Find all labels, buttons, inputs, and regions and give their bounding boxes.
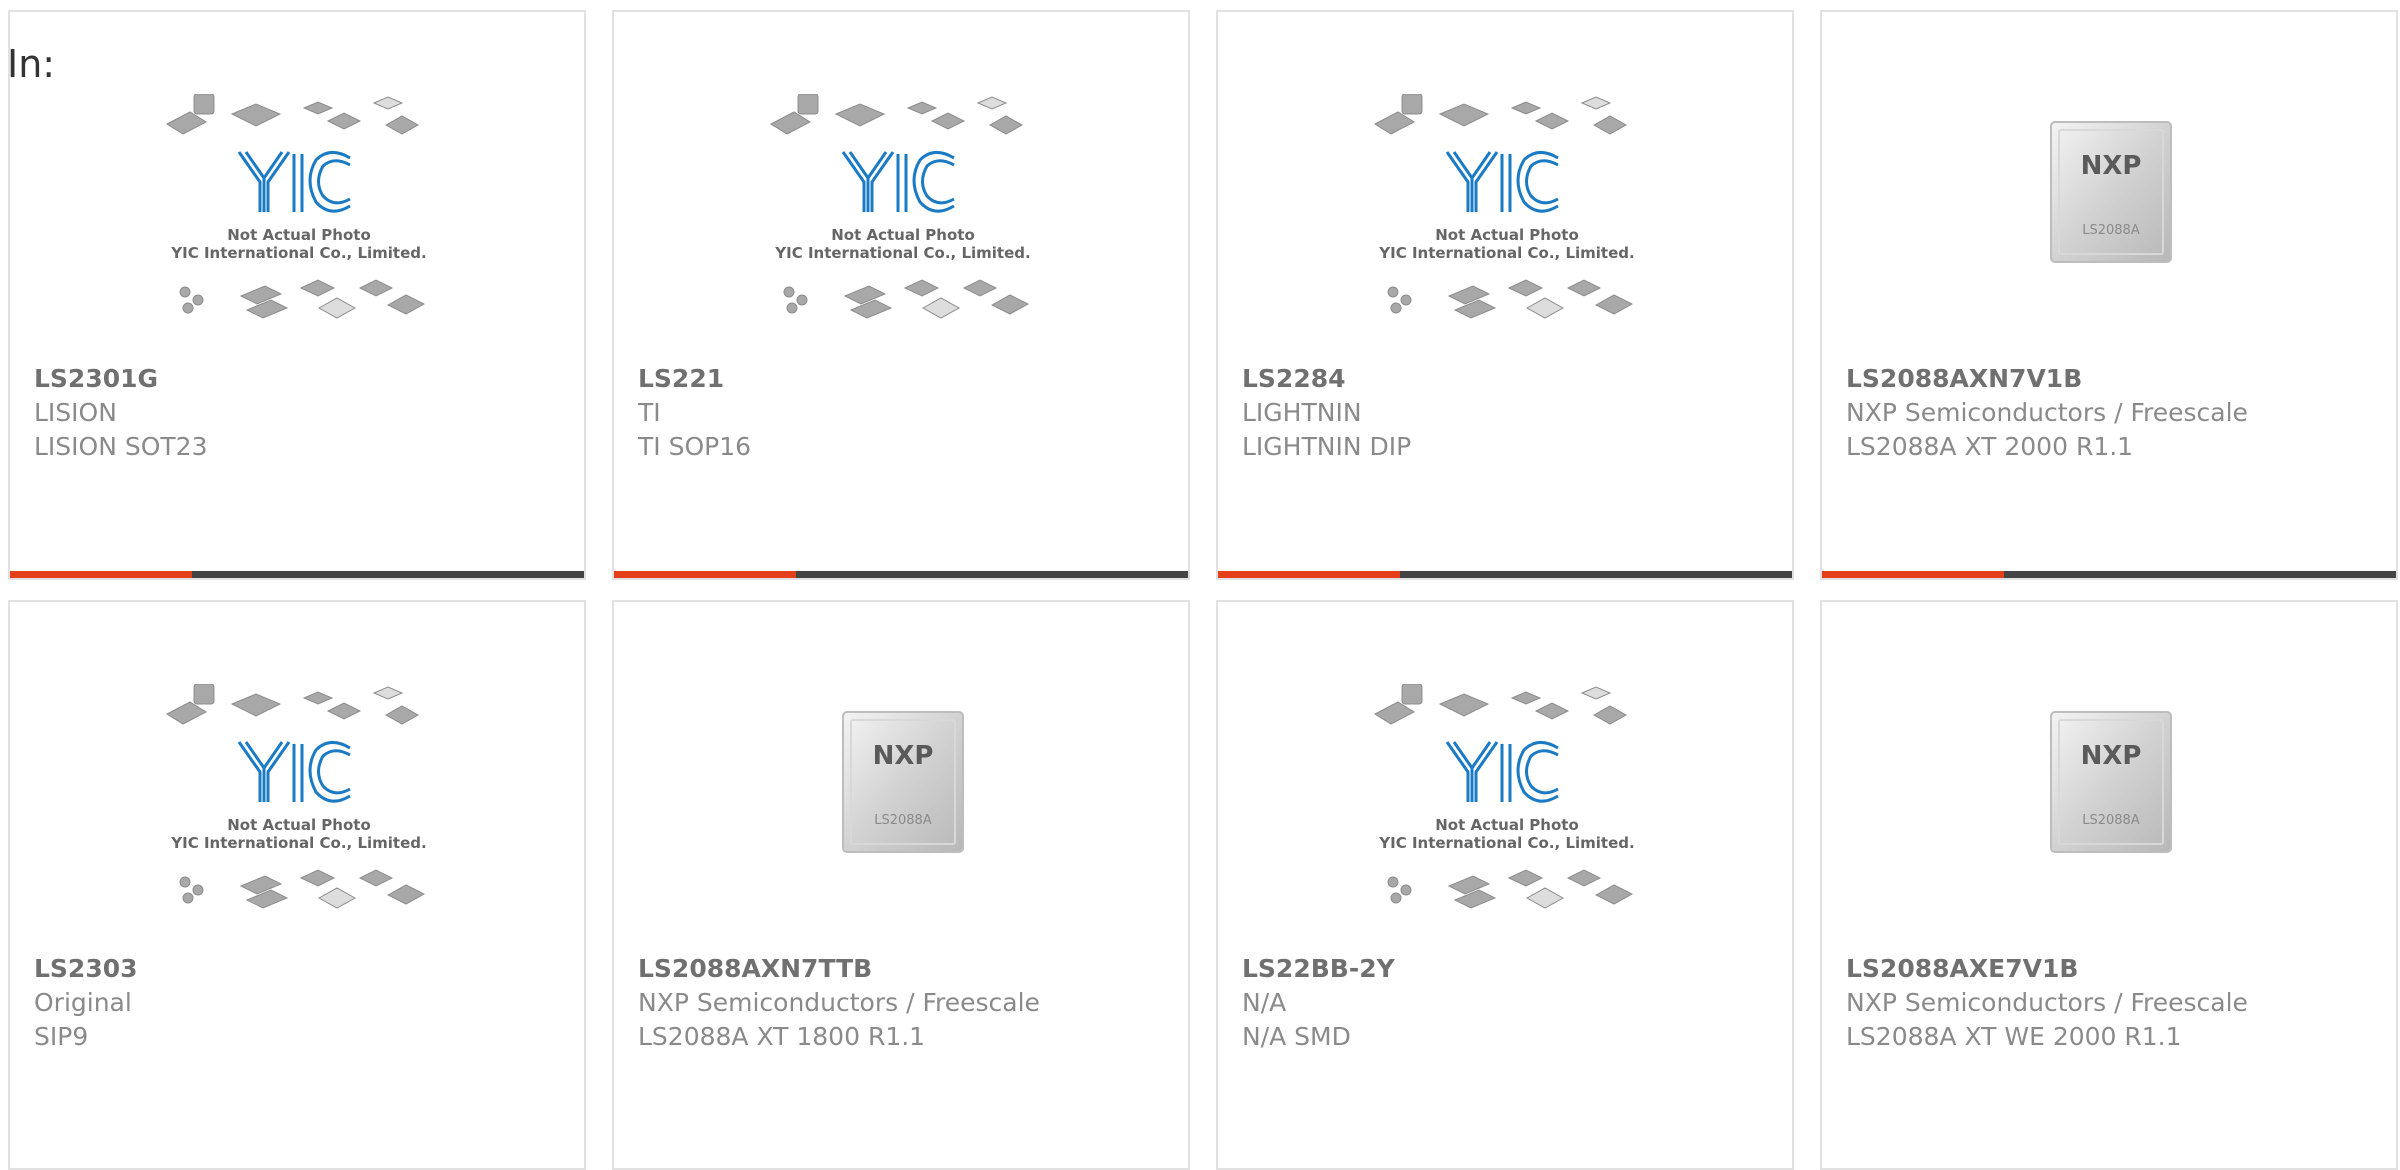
product-info: LS2303 Original SIP9 — [34, 952, 574, 1054]
product-info: LS2088AXE7V1B NXP Semiconductors / Frees… — [1846, 952, 2386, 1054]
chip-marking: LS2088A — [2082, 223, 2140, 238]
placeholder-line2: YIC International Co., Limited. — [170, 244, 426, 262]
manufacturer: LIGHTNIN — [1242, 398, 1362, 427]
product-card[interactable]: Not Actual Photo YIC International Co., … — [8, 600, 586, 1170]
placeholder-line1: Not Actual Photo — [227, 816, 371, 834]
product-grid: Not Actual Photo YIC International Co., … — [0, 0, 2400, 1170]
description: LS2088A XT 1800 R1.1 — [638, 1022, 926, 1051]
product-info: LS2301G LISION LISION SOT23 — [34, 362, 574, 464]
manufacturer: NXP Semiconductors / Freescale — [1846, 988, 2248, 1017]
card-bar-accent — [1218, 571, 1400, 578]
placeholder-line2: YIC International Co., Limited. — [170, 834, 426, 852]
product-photo[interactable]: NXP LS2088A — [1822, 684, 2396, 952]
product-card[interactable]: Not Actual Photo YIC International Co., … — [612, 10, 1190, 580]
description: LS2088A XT WE 2000 R1.1 — [1846, 1022, 2182, 1051]
manufacturer: Original — [34, 988, 132, 1017]
description: LISION SOT23 — [34, 432, 208, 461]
product-photo[interactable]: NXP LS2088A — [614, 684, 1188, 952]
part-number[interactable]: LS2088AXE7V1B — [1846, 952, 2386, 986]
card-bar — [1218, 571, 1792, 578]
description: LIGHTNIN DIP — [1242, 432, 1412, 461]
manufacturer: TI — [638, 398, 661, 427]
in-label: In: — [7, 42, 56, 86]
part-number[interactable]: LS2303 — [34, 952, 574, 986]
nxp-logo: NXP — [2081, 741, 2142, 771]
card-bar — [614, 571, 1188, 578]
manufacturer: N/A — [1242, 988, 1287, 1017]
part-number[interactable]: LS2088AXN7TTB — [638, 952, 1178, 986]
product-info: LS2088AXN7V1B NXP Semiconductors / Frees… — [1846, 362, 2386, 464]
card-bar — [1822, 571, 2396, 578]
nxp-logo: NXP — [2081, 151, 2142, 181]
part-number[interactable]: LS2301G — [34, 362, 574, 396]
manufacturer: NXP Semiconductors / Freescale — [638, 988, 1040, 1017]
product-info: LS221 TI TI SOP16 — [638, 362, 1178, 464]
card-bar-accent — [1822, 571, 2004, 578]
manufacturer: NXP Semiconductors / Freescale — [1846, 398, 2248, 427]
placeholder-line1: Not Actual Photo — [831, 226, 975, 244]
placeholder-line1: Not Actual Photo — [1435, 226, 1579, 244]
card-bar — [10, 571, 584, 578]
card-bar-accent — [614, 571, 796, 578]
product-card[interactable]: Not Actual Photo YIC International Co., … — [8, 10, 586, 580]
product-photo[interactable]: Not Actual Photo YIC International Co., … — [614, 94, 1188, 362]
product-card[interactable]: NXP LS2088A LS2088AXE7V1B NXP Semiconduc… — [1820, 600, 2398, 1170]
description: LS2088A XT 2000 R1.1 — [1846, 432, 2134, 461]
placeholder-line2: YIC International Co., Limited. — [1378, 244, 1634, 262]
product-card[interactable]: Not Actual Photo YIC International Co., … — [1216, 600, 1794, 1170]
placeholder-line1: Not Actual Photo — [227, 226, 371, 244]
card-bar-accent — [10, 571, 192, 578]
product-card[interactable]: Not Actual Photo YIC International Co., … — [1216, 10, 1794, 580]
product-photo[interactable]: Not Actual Photo YIC International Co., … — [10, 684, 584, 952]
product-card[interactable]: NXP LS2088A LS2088AXN7V1B NXP Semiconduc… — [1820, 10, 2398, 580]
placeholder-line1: Not Actual Photo — [1435, 816, 1579, 834]
placeholder-line2: YIC International Co., Limited. — [774, 244, 1030, 262]
part-number[interactable]: LS221 — [638, 362, 1178, 396]
product-photo[interactable]: Not Actual Photo YIC International Co., … — [1218, 684, 1792, 952]
part-number[interactable]: LS22BB-2Y — [1242, 952, 1782, 986]
part-number[interactable]: LS2088AXN7V1B — [1846, 362, 2386, 396]
product-photo[interactable]: Not Actual Photo YIC International Co., … — [1218, 94, 1792, 362]
product-info: LS2088AXN7TTB NXP Semiconductors / Frees… — [638, 952, 1178, 1054]
chip-marking: LS2088A — [874, 813, 932, 828]
description: TI SOP16 — [638, 432, 752, 461]
part-number[interactable]: LS2284 — [1242, 362, 1782, 396]
product-photo[interactable]: Not Actual Photo YIC International Co., … — [10, 94, 584, 362]
description: SIP9 — [34, 1022, 89, 1051]
chip-marking: LS2088A — [2082, 813, 2140, 828]
product-card[interactable]: NXP LS2088A LS2088AXN7TTB NXP Semiconduc… — [612, 600, 1190, 1170]
product-info: LS22BB-2Y N/A N/A SMD — [1242, 952, 1782, 1054]
placeholder-line2: YIC International Co., Limited. — [1378, 834, 1634, 852]
nxp-logo: NXP — [873, 741, 934, 771]
description: N/A SMD — [1242, 1022, 1351, 1051]
product-photo[interactable]: NXP LS2088A — [1822, 94, 2396, 362]
product-info: LS2284 LIGHTNIN LIGHTNIN DIP — [1242, 362, 1782, 464]
manufacturer: LISION — [34, 398, 117, 427]
